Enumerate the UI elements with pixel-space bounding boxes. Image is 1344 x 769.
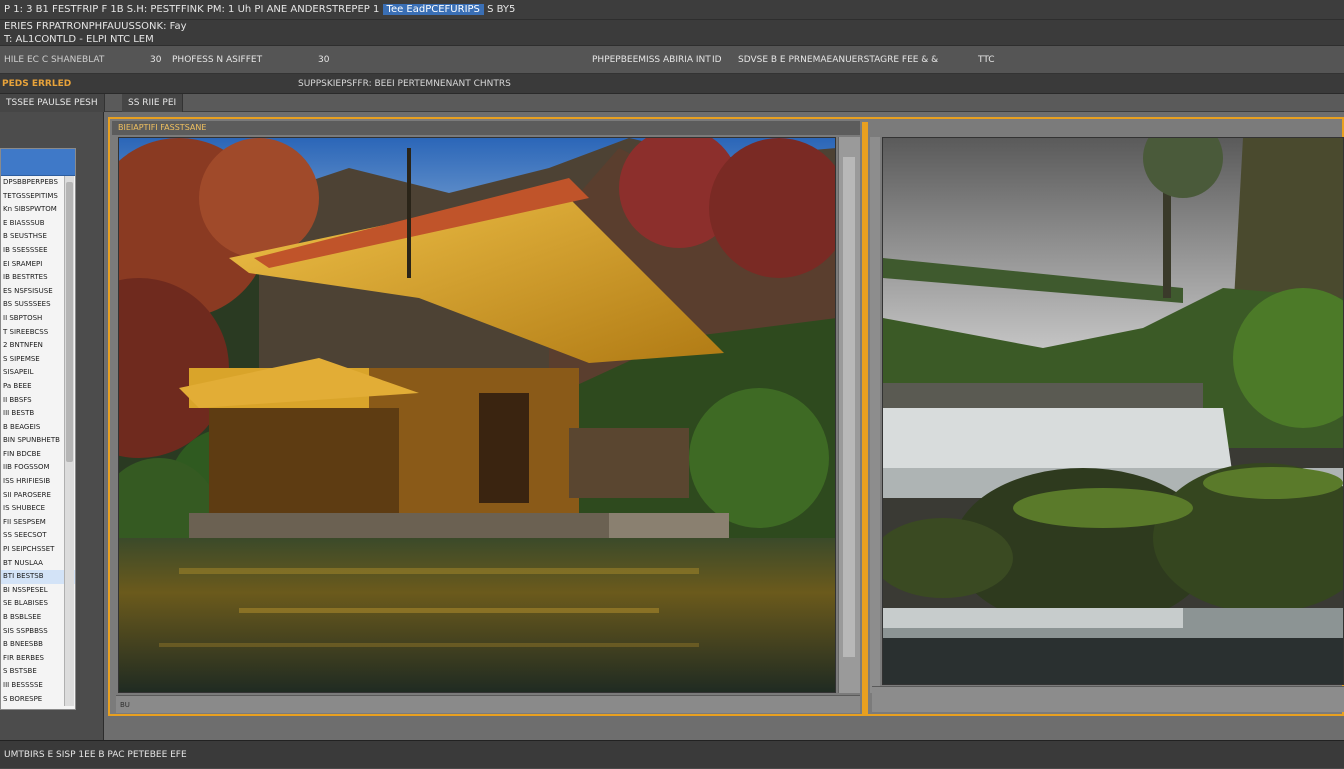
options-left-label[interactable]: HILE EC C SHANEBLAT <box>4 46 104 73</box>
options-right-suffix[interactable]: TTC <box>978 46 995 73</box>
status-bar: UMTBIRS E SISP 1EE B PAC PETEBEE EFE <box>0 740 1344 768</box>
document-path: SUPPSKIEPSFFR: BEEI PERTEMNENANT CHNTRS <box>298 79 511 89</box>
layers-list-header <box>1 149 75 176</box>
title-bar: ERIES FRPATRONPHFAUUSSONK: Fay T: AL1CON… <box>0 20 1344 46</box>
tab-row: TSSEE PAULSE PESH SS RIIE PEI <box>0 94 1344 112</box>
layer-list-item[interactable]: Ne SEESS <box>1 706 75 709</box>
tab-second[interactable]: SS RIIE PEI <box>122 94 184 112</box>
menu-bar-highlight[interactable]: Tee EadPCEFURIPS <box>382 4 484 15</box>
panel-bar: PEDS ERRLED SUPPSKIEPSFFR: BEEI PERTEMNE… <box>0 74 1344 94</box>
canvas-left-scrollbar[interactable] <box>838 137 860 693</box>
options-right-label[interactable]: SDVSE B E PRNEMAEANUERSTAGRE FEE & & <box>738 46 938 73</box>
pagoda-landscape-image <box>119 138 835 692</box>
layers-scrollbar-thumb[interactable] <box>66 182 73 462</box>
panel-label[interactable]: PEDS ERRLED <box>2 74 71 93</box>
document-status-text: BU <box>120 701 130 709</box>
canvas-left-scrollbar-thumb[interactable] <box>843 157 855 657</box>
options-center-label[interactable]: PHPEPBEEMISS ABIRIA INT <box>592 46 711 73</box>
options-mid-number[interactable]: 30 <box>318 46 329 73</box>
tab-first[interactable]: TSSEE PAULSE PESH <box>0 94 105 112</box>
waterfall-landscape-image <box>883 138 1343 684</box>
options-left-number[interactable]: 30 <box>150 46 161 73</box>
options-center-suffix[interactable]: ID <box>712 46 722 73</box>
document-status-bar: BU <box>116 695 860 713</box>
options-mid-label[interactable]: PHOFESS N ASIFFET <box>172 46 262 73</box>
canvas-right-image[interactable] <box>882 137 1344 685</box>
menu-bar-text[interactable]: P 1: 3 B1 FESTFRIP F 1B S.H: PESTFFINK P… <box>4 4 379 15</box>
status-bar-text: UMTBIRS E SISP 1EE B PAC PETEBEE EFE <box>4 750 187 760</box>
menu-bar-suffix[interactable]: S BY5 <box>487 4 515 15</box>
canvas-left-image[interactable] <box>118 137 836 693</box>
canvas-divider[interactable] <box>862 122 868 714</box>
document-header[interactable]: BIEIAPTIFI FASSTSANE <box>112 121 860 135</box>
layers-scrollbar[interactable] <box>64 176 74 706</box>
menu-bar[interactable]: P 1: 3 B1 FESTFRIP F 1B S.H: PESTFFINK P… <box>0 0 1344 20</box>
title-line-1: ERIES FRPATRONPHFAUUSSONK: Fay <box>4 21 187 32</box>
right-document-status-bar <box>872 686 1344 712</box>
title-line-2: T: AL1CONTLD - ELPI NTC LEM <box>4 34 154 45</box>
options-bar: HILE EC C SHANEBLAT 30 PHOFESS N ASIFFET… <box>0 46 1344 74</box>
canvas-right-scrollbar[interactable] <box>870 137 880 693</box>
